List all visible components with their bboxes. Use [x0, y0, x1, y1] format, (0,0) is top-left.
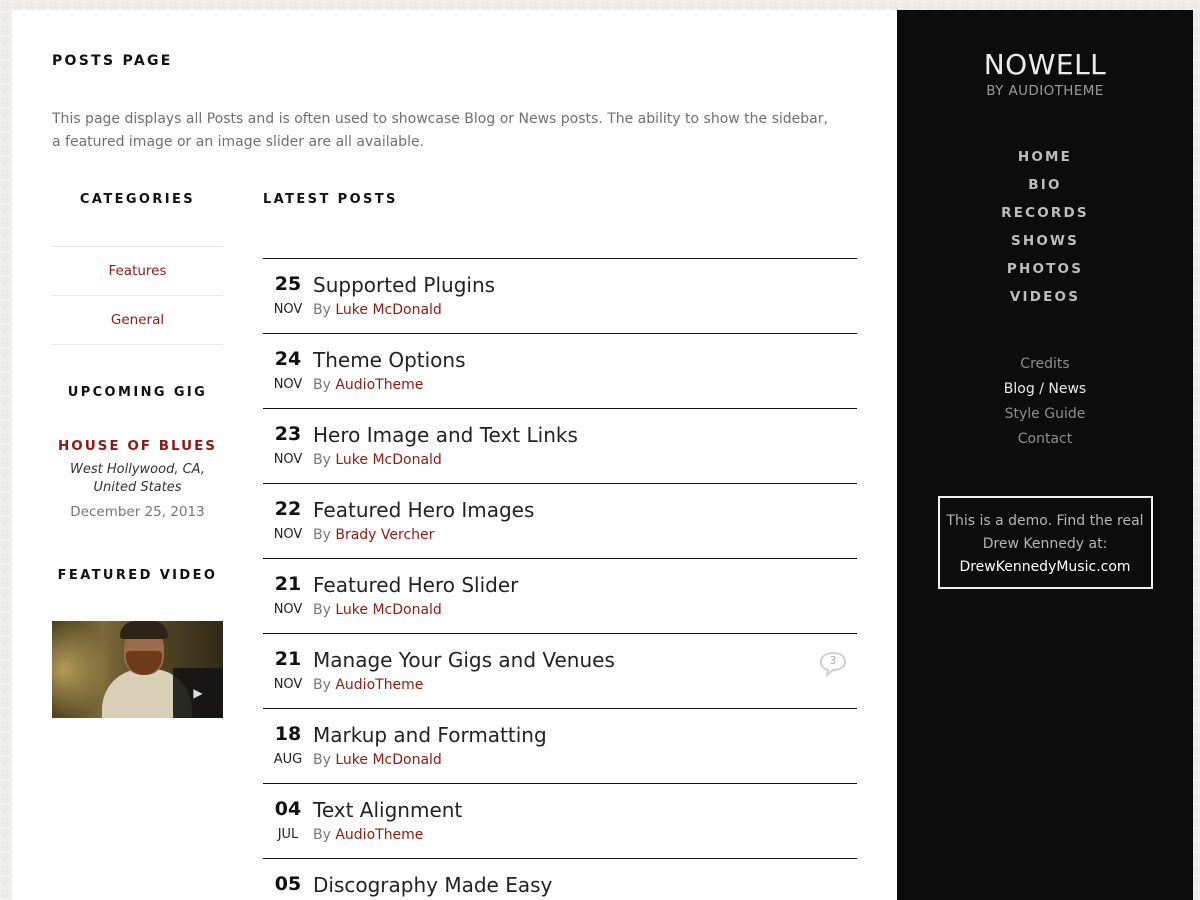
category-link-general[interactable]: General	[52, 296, 223, 345]
post-date-day: 22	[274, 498, 302, 520]
post-title-link[interactable]: Manage Your Gigs and Venues	[313, 648, 615, 672]
post-title-link[interactable]: Theme Options	[313, 348, 466, 372]
post-byline: By Luke McDonald	[313, 602, 442, 618]
nav-item-photos[interactable]: PHOTOS	[897, 261, 1193, 289]
post-date-day: 21	[274, 648, 302, 670]
nav-item-bio[interactable]: BIO	[897, 177, 1193, 205]
post-title-link[interactable]: Featured Hero Slider	[313, 573, 518, 597]
post-byline-label: By	[313, 677, 331, 693]
play-icon[interactable]: ▶	[173, 668, 223, 718]
post-title-link[interactable]: Text Alignment	[313, 798, 462, 822]
category-link-features[interactable]: Features	[52, 247, 223, 296]
post-byline-label: By	[313, 527, 331, 543]
comment-count: 3	[829, 654, 837, 667]
categories-title: CATEGORIES	[79, 192, 196, 207]
gig-venue-link[interactable]: HOUSE OF BLUES	[52, 438, 223, 454]
post-author-link[interactable]: AudioTheme	[335, 677, 423, 693]
nav-item-records[interactable]: RECORDS	[897, 205, 1193, 233]
post-date-day: 04	[274, 798, 302, 820]
post-date-month: NOV	[273, 377, 303, 392]
post-date-day: 24	[274, 348, 302, 370]
post-date-day: 21	[274, 573, 302, 595]
post-list: 25 NOV Supported Plugins By Luke McDonald 24…	[263, 259, 857, 900]
secondary-nav: Credits Blog / News Style Guide Contact	[897, 356, 1193, 456]
post-title-link[interactable]: Markup and Formatting	[313, 723, 547, 747]
upcoming-gig-title: UPCOMING GIG	[67, 385, 208, 400]
post-row: 21 NOV Manage Your Gigs and Venues By Audio…	[263, 634, 857, 709]
post-title-link[interactable]: Supported Plugins	[313, 273, 495, 297]
post-title-link[interactable]: Discography Made Easy	[313, 873, 552, 897]
subnav-item-blog-news[interactable]: Blog / News	[897, 381, 1193, 406]
post-row: 18 AUG Markup and Formatting By Luke McDona…	[263, 709, 857, 784]
post-date-day: 25	[274, 273, 302, 295]
post-byline-label: By	[313, 377, 331, 393]
post-row: 24 NOV Theme Options By AudioTheme	[263, 334, 857, 409]
latest-posts: LATEST POSTS 25 NOV Supported Plugins By Lu…	[263, 192, 857, 900]
post-byline: By Luke McDonald	[313, 752, 442, 768]
post-author-link[interactable]: Luke McDonald	[335, 602, 441, 618]
post-row: 21 NOV Featured Hero Slider By Luke McDonal…	[263, 559, 857, 634]
subnav-item-style-guide[interactable]: Style Guide	[897, 406, 1193, 431]
post-date-month: AUG	[273, 752, 303, 767]
post-author-link[interactable]: Luke McDonald	[335, 302, 441, 318]
nav-item-shows[interactable]: SHOWS	[897, 233, 1193, 261]
page-intro: This page displays all Posts and is ofte…	[52, 111, 828, 150]
post-row: 05MAYDiscography Made EasyBy AudioTheme	[263, 859, 857, 900]
main-content: POSTS PAGE This page displays all Posts …	[12, 10, 897, 900]
subnav-item-contact[interactable]: Contact	[897, 431, 1193, 456]
post-date-month: NOV	[273, 452, 303, 467]
page-title: POSTS PAGE	[52, 53, 173, 69]
comment-count-icon[interactable]: 3	[819, 650, 847, 678]
featured-video-title: FEATURED VIDEO	[57, 568, 218, 583]
demo-notice: This is a demo. Find the real Drew Kenne…	[937, 496, 1153, 589]
post-author-link[interactable]: AudioTheme	[335, 377, 423, 393]
post-byline-label: By	[313, 827, 331, 843]
post-byline-label: By	[313, 302, 331, 318]
post-date-month: NOV	[273, 677, 303, 692]
post-byline-label: By	[313, 752, 331, 768]
post-date-month: NOV	[273, 602, 303, 617]
post-title-link[interactable]: Hero Image and Text Links	[313, 423, 578, 447]
post-date-month: JUL	[277, 827, 299, 842]
gig-date: December 25, 2013	[70, 504, 205, 520]
post-title-link[interactable]: Featured Hero Images	[313, 498, 534, 522]
post-author-link[interactable]: Luke McDonald	[335, 452, 441, 468]
post-date-day: 18	[274, 723, 302, 745]
post-byline: By Brady Vercher	[313, 527, 434, 543]
post-row: 22 NOV Featured Hero Images By Brady Verche…	[263, 484, 857, 559]
post-author-link[interactable]: AudioTheme	[335, 827, 423, 843]
post-date-month: NOV	[273, 527, 303, 542]
site-tagline: BY AUDIOTHEME	[986, 83, 1104, 99]
post-row: 04 JUL Text Alignment By AudioTheme	[263, 784, 857, 859]
video-person-hat	[120, 621, 168, 639]
main-nav: HOME BIO RECORDS SHOWS PHOTOS VIDEOS	[897, 149, 1193, 317]
post-author-link[interactable]: Luke McDonald	[335, 752, 441, 768]
post-row: 23 NOV Hero Image and Text Links By Luke Mc…	[263, 409, 857, 484]
post-byline: By AudioTheme	[313, 677, 423, 693]
post-author-link[interactable]: Brady Vercher	[335, 527, 434, 543]
featured-video-thumbnail[interactable]: ▶	[52, 621, 223, 718]
latest-posts-header: LATEST POSTS	[263, 192, 857, 259]
nav-item-videos[interactable]: VIDEOS	[897, 289, 1193, 317]
post-date-month: NOV	[273, 302, 303, 317]
nav-item-home[interactable]: HOME	[897, 149, 1193, 177]
post-byline: By AudioTheme	[313, 377, 423, 393]
post-byline: By AudioTheme	[313, 827, 423, 843]
post-byline-label: By	[313, 602, 331, 618]
categories-list: Features General	[52, 246, 223, 345]
post-date-day: 05	[274, 873, 302, 895]
site-logo[interactable]: NOWELL	[897, 48, 1193, 81]
gig-location: West Hollywood, CA, United States	[70, 462, 205, 495]
demo-notice-link[interactable]: DrewKennedyMusic.com	[940, 556, 1151, 579]
post-byline: By Luke McDonald	[313, 452, 442, 468]
demo-notice-text: This is a demo. Find the real Drew Kenne…	[946, 513, 1144, 552]
post-byline-label: By	[313, 452, 331, 468]
subnav-item-credits[interactable]: Credits	[897, 356, 1193, 381]
post-byline: By Luke McDonald	[313, 302, 442, 318]
left-sidebar: CATEGORIES Features General UPCOMING GIG…	[52, 192, 223, 718]
right-sidebar: NOWELL BY AUDIOTHEME HOME BIO RECORDS SH…	[897, 10, 1193, 900]
post-date-day: 23	[274, 423, 302, 445]
latest-posts-title: LATEST POSTS	[263, 192, 398, 207]
post-row: 25 NOV Supported Plugins By Luke McDonald	[263, 259, 857, 334]
